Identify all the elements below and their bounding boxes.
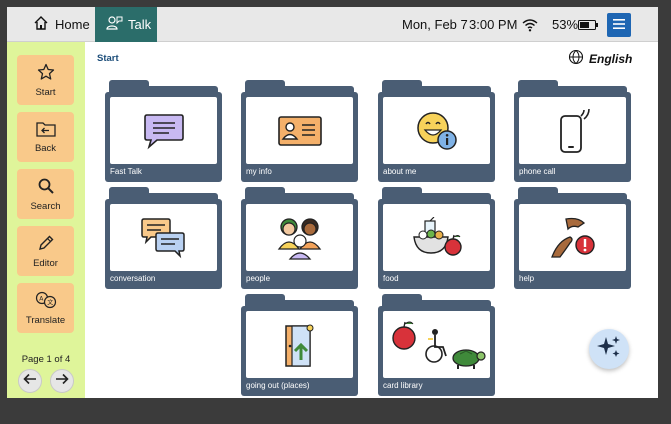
door-exit-icon <box>246 311 353 378</box>
folder-my-info[interactable]: my info <box>241 80 358 182</box>
home-icon <box>33 15 49 34</box>
language-selector[interactable]: English <box>568 49 632 68</box>
folder-conversation[interactable]: conversation <box>105 187 222 289</box>
talk-people-icon <box>106 15 123 34</box>
svg-text:文: 文 <box>47 298 53 306</box>
help-hands-icon <box>519 204 626 271</box>
tab-talk-label: Talk <box>128 17 152 32</box>
folder-label: card library <box>383 381 423 390</box>
search-button[interactable]: Search <box>17 169 74 219</box>
folder-fast-talk[interactable]: Fast Talk <box>105 80 222 182</box>
search-label: Search <box>30 200 61 212</box>
folder-label: Fast Talk <box>110 167 142 176</box>
breadcrumb[interactable]: Start <box>97 53 119 64</box>
search-icon <box>37 177 55 198</box>
svg-text:A: A <box>39 295 44 302</box>
people-icon <box>246 204 353 271</box>
ai-sparkle-button[interactable] <box>589 329 629 369</box>
folder-label: people <box>246 274 271 283</box>
previous-page-button[interactable] <box>18 369 42 393</box>
back-button[interactable]: Back <box>17 112 74 162</box>
id-card-icon <box>246 97 353 164</box>
folder-label: conversation <box>110 274 156 283</box>
folder-help[interactable]: help <box>514 187 631 289</box>
folder-card-library[interactable]: card library <box>378 294 495 396</box>
speech-bubble-icon <box>110 97 217 164</box>
folder-phone-call[interactable]: phone call <box>514 80 631 182</box>
folder-food[interactable]: food <box>378 187 495 289</box>
folder-label: food <box>383 274 399 283</box>
back-label: Back <box>34 143 57 154</box>
language-label: English <box>589 51 633 66</box>
arrow-left-icon <box>23 372 37 390</box>
editor-button[interactable]: Editor <box>17 226 74 276</box>
tab-home-label: Home <box>55 17 90 32</box>
sidebar: Start Back Search Editor A文 Translate Pa… <box>7 42 85 398</box>
folder-label: help <box>519 274 535 283</box>
smiley-info-icon <box>383 97 490 164</box>
folder-label: about me <box>383 167 417 176</box>
arrow-right-icon <box>55 372 69 390</box>
battery-icon <box>578 7 598 42</box>
status-date: Mon, Feb 7 <box>402 17 468 32</box>
translate-label: Translate <box>25 314 66 326</box>
folder-about-me[interactable]: about me <box>378 80 495 182</box>
start-button[interactable]: Start <box>17 55 74 105</box>
battery-percent: 53% <box>552 17 579 32</box>
status-time: 3:00 PM <box>469 17 518 32</box>
conversation-icon <box>110 204 217 271</box>
start-label: Start <box>35 86 56 98</box>
folder-label: my info <box>246 167 272 176</box>
top-bar: Home Talk Mon, Feb 7 3:00 PM 53% <box>7 7 658 42</box>
back-folder-icon <box>35 120 56 140</box>
translate-icon: A文 <box>35 291 57 312</box>
card-library-icon <box>383 311 490 378</box>
folder-people[interactable]: people <box>241 187 358 289</box>
hamburger-icon <box>613 16 625 34</box>
tab-home[interactable]: Home <box>15 7 95 42</box>
language-globe-icon <box>568 49 584 68</box>
editor-label: Editor <box>33 257 58 269</box>
sparkle-icon <box>596 334 622 365</box>
pencil-icon <box>37 234 55 255</box>
translate-button[interactable]: A文 Translate <box>17 283 74 333</box>
page-indicator: Page 1 of 4 <box>21 354 71 365</box>
tab-talk[interactable]: Talk <box>95 7 157 42</box>
folder-going-out[interactable]: going out (places) <box>241 294 358 396</box>
next-page-button[interactable] <box>50 369 74 393</box>
folder-label: phone call <box>519 167 556 176</box>
menu-button[interactable] <box>607 13 631 37</box>
wifi-icon <box>522 7 538 42</box>
phone-icon <box>519 97 626 164</box>
food-icon <box>383 204 490 271</box>
folder-label: going out (places) <box>246 381 310 390</box>
star-icon <box>37 63 55 84</box>
app-window: Home Talk Mon, Feb 7 3:00 PM 53% Start B… <box>7 7 658 398</box>
